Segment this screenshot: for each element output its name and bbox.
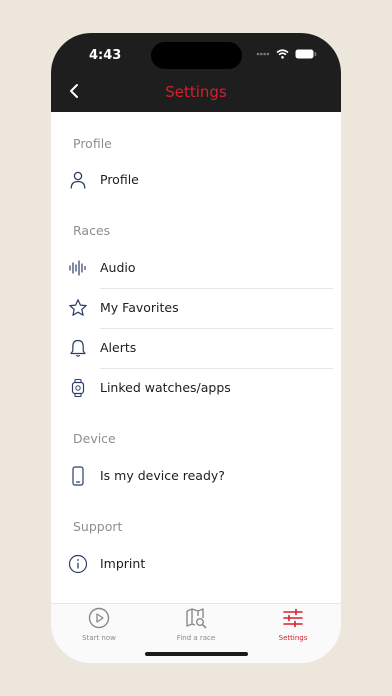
tab-find-a-race[interactable]: Find a race <box>148 607 244 649</box>
watch-icon <box>71 378 85 398</box>
home-indicator <box>145 652 248 656</box>
map-search-icon <box>186 608 207 629</box>
phone-frame: 4:43 Settings Profile Profile Races Audi… <box>51 33 341 663</box>
section-title-device: Device <box>73 431 116 446</box>
sliders-icon <box>283 608 303 628</box>
page-title: Settings <box>165 83 227 101</box>
settings-item-label: Audio <box>100 260 136 275</box>
settings-item-imprint[interactable]: Imprint <box>51 544 341 584</box>
settings-item-label: Is my device ready? <box>100 468 225 483</box>
section-title-profile: Profile <box>73 136 112 151</box>
info-icon <box>68 554 88 574</box>
section-title-support: Support <box>73 519 123 534</box>
battery-icon <box>295 49 317 59</box>
bell-icon <box>70 339 86 357</box>
settings-item-label: Linked watches/apps <box>100 380 231 395</box>
audio-waveform-icon <box>69 260 86 276</box>
tab-label: Settings <box>278 634 308 642</box>
settings-item-label: My Favorites <box>100 300 179 315</box>
top-bar: 4:43 Settings <box>51 33 341 112</box>
play-circle-icon <box>88 607 110 629</box>
settings-list: Profile Profile Races Audio My Favorites… <box>51 112 341 603</box>
star-icon <box>69 299 87 316</box>
status-time: 4:43 <box>89 48 122 63</box>
settings-item-my-favorites[interactable]: My Favorites <box>51 288 341 328</box>
signal-icon <box>256 52 270 56</box>
settings-item-label: Imprint <box>100 556 146 571</box>
settings-item-label: Profile <box>100 172 139 187</box>
tab-label: Start now <box>82 634 116 642</box>
settings-item-alerts[interactable]: Alerts <box>51 328 341 368</box>
tab-start-now[interactable]: Start now <box>51 607 147 649</box>
settings-item-audio[interactable]: Audio <box>51 248 341 288</box>
tab-settings[interactable]: Settings <box>245 607 341 649</box>
settings-item-linked-watches[interactable]: Linked watches/apps <box>51 368 341 408</box>
section-title-races: Races <box>73 223 111 238</box>
settings-item-profile[interactable]: Profile <box>51 160 341 200</box>
settings-item-device-ready[interactable]: Is my device ready? <box>51 456 341 496</box>
phone-icon <box>72 466 84 486</box>
tab-label: Find a race <box>176 634 216 642</box>
person-icon <box>70 171 86 189</box>
dynamic-island <box>151 42 242 69</box>
status-icons <box>256 49 317 59</box>
settings-item-label: Alerts <box>100 340 137 355</box>
wifi-icon <box>276 49 289 59</box>
